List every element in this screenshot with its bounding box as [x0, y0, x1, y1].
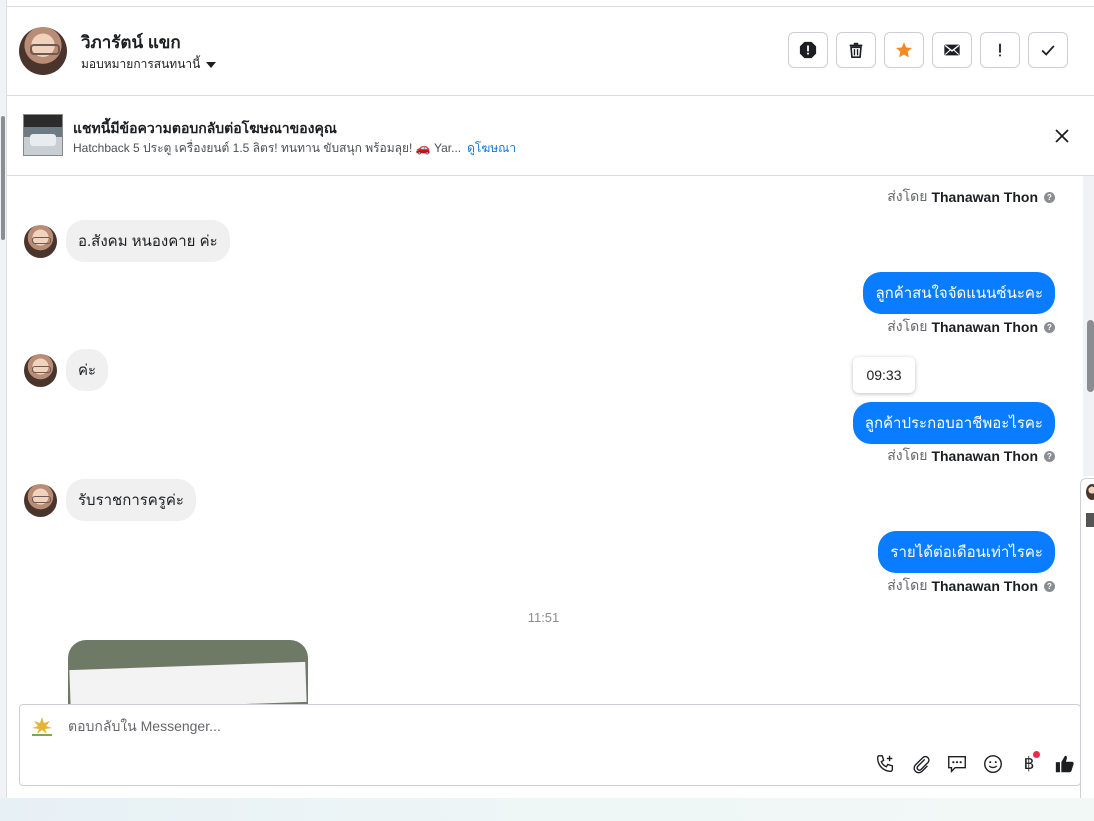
- sent-by-prefix: ส่งโดย: [887, 318, 928, 334]
- view-ad-link[interactable]: ดูโฆษณา: [467, 139, 516, 158]
- delete-button[interactable]: [836, 32, 876, 68]
- sender-name: Thanawan Thon: [931, 319, 1038, 335]
- left-scrollbar[interactable]: [0, 0, 7, 800]
- outgoing-bubble[interactable]: ลูกค้าสนใจจัดแนนซ์นะคะ: [863, 272, 1055, 314]
- contact-avatar[interactable]: [19, 27, 67, 75]
- page-logo: [32, 717, 52, 736]
- sent-by-prefix: ส่งโดย: [887, 447, 928, 463]
- incoming-bubble[interactable]: อ.สังคม หนองคาย ค่ะ: [66, 220, 230, 262]
- emoji-icon: [984, 755, 1002, 773]
- incoming-message: อ.สังคม หนองคาย ค่ะ: [24, 220, 230, 262]
- reply-composer: ฿: [19, 704, 1081, 786]
- follow-up-button[interactable]: [980, 32, 1020, 68]
- inbox-conversation-view: วิภารัตน์ แขก มอบหมายการสนทนานี้ แชทนี้ม…: [0, 0, 1094, 821]
- image-attachment[interactable]: [68, 640, 308, 704]
- sender-name: Thanawan Thon: [931, 578, 1038, 594]
- incoming-bubble[interactable]: รับราชการครูค่ะ: [66, 479, 196, 521]
- spam-button[interactable]: [788, 32, 828, 68]
- help-icon[interactable]: ?: [1044, 580, 1055, 592]
- contact-name[interactable]: วิภารัตน์ แขก: [81, 29, 181, 56]
- help-icon[interactable]: ?: [1044, 191, 1055, 203]
- contact-avatar-small[interactable]: [24, 483, 57, 517]
- collapsed-side-panel[interactable]: [1080, 478, 1094, 812]
- conversation-header: วิภารัตน์ แขก มอบหมายการสนทนานี้: [7, 7, 1094, 96]
- thread-scrollbar[interactable]: [1083, 176, 1094, 476]
- alert-octagon-icon: [799, 41, 817, 59]
- contact-avatar-small[interactable]: [24, 224, 57, 258]
- ad-description-text: Hatchback 5 ประตู เครื่องยนต์ 1.5 ลิตร! …: [73, 141, 462, 155]
- notification-dot: [1033, 751, 1040, 758]
- sent-by-prefix: ส่งโดย: [887, 188, 928, 204]
- emoji-button[interactable]: [981, 752, 1005, 776]
- payment-button[interactable]: ฿: [1017, 751, 1041, 776]
- assign-label: มอบหมายการสนทนานี้: [81, 57, 201, 71]
- attach-button[interactable]: [909, 752, 933, 776]
- thumbs-up-icon: [1055, 755, 1074, 773]
- star-button[interactable]: [884, 32, 924, 68]
- side-thumbnail[interactable]: [1086, 513, 1094, 527]
- sent-by-label: ส่งโดย Thanawan Thon ?: [887, 575, 1055, 597]
- envelope-icon: [944, 44, 960, 56]
- close-banner-button[interactable]: [1052, 126, 1072, 146]
- ad-thumbnail[interactable]: [23, 114, 63, 156]
- sent-by-label: ส่งโดย Thanawan Thon ?: [887, 445, 1055, 467]
- sender-name: Thanawan Thon: [931, 189, 1038, 205]
- side-avatar[interactable]: [1086, 484, 1094, 500]
- sent-by-prefix: ส่งโดย: [887, 577, 928, 593]
- call-button[interactable]: [873, 752, 897, 776]
- page-bottom-strip: [0, 798, 1094, 821]
- contact-avatar-small[interactable]: [24, 353, 57, 387]
- assign-conversation-dropdown[interactable]: มอบหมายการสนทนานี้: [81, 55, 217, 74]
- ad-banner-title: แชทนี้มีข้อความตอบกลับต่อโฆษณาของคุณ: [73, 120, 337, 136]
- thread-scrollbar-thumb[interactable]: [1087, 320, 1094, 392]
- ad-reply-banner: แชทนี้มีข้อความตอบกลับต่อโฆษณาของคุณ Hat…: [7, 96, 1094, 176]
- help-icon[interactable]: ?: [1044, 321, 1055, 333]
- sent-by-label: ส่งโดย Thanawan Thon ?: [887, 316, 1055, 338]
- reply-input[interactable]: [68, 718, 868, 734]
- incoming-message: รับราชการครูค่ะ: [24, 479, 196, 521]
- like-button[interactable]: [1053, 752, 1077, 776]
- saved-replies-icon: [948, 755, 966, 773]
- help-icon[interactable]: ?: [1044, 450, 1055, 462]
- header-actions: [788, 32, 1068, 68]
- incoming-bubble[interactable]: ค่ะ: [66, 349, 109, 391]
- star-icon: [896, 42, 912, 58]
- mark-unread-button[interactable]: [932, 32, 972, 68]
- left-scrollbar-thumb[interactable]: [1, 116, 5, 240]
- ad-banner-description: Hatchback 5 ประตู เครื่องยนต์ 1.5 ลิตร! …: [73, 139, 516, 158]
- composer-actions: ฿: [873, 751, 1077, 776]
- sent-by-label: ส่งโดย Thanawan Thon ?: [887, 186, 1055, 208]
- phone-add-icon: [876, 755, 894, 773]
- outgoing-bubble[interactable]: ลูกค้าประกอบอาชีพอะไรคะ: [852, 402, 1055, 444]
- message-thread[interactable]: ส่งโดย Thanawan Thon ? อ.สังคม หนองคาย ค…: [7, 176, 1080, 704]
- saved-replies-button[interactable]: [945, 752, 969, 776]
- incoming-message: ค่ะ: [24, 349, 109, 391]
- caret-down-icon: [206, 62, 217, 68]
- done-button[interactable]: [1028, 32, 1068, 68]
- time-separator: 11:51: [527, 610, 560, 625]
- timestamp-tooltip: 09:33: [853, 357, 915, 393]
- paperclip-icon: [913, 755, 930, 774]
- baht-icon: ฿: [1023, 754, 1035, 773]
- exclamation-icon: [999, 43, 1001, 57]
- checkmark-icon: [1041, 45, 1055, 56]
- outgoing-bubble[interactable]: รายได้ต่อเดือนเท่าไรคะ: [878, 531, 1055, 573]
- trash-icon: [849, 42, 863, 59]
- sender-name: Thanawan Thon: [931, 448, 1038, 464]
- close-icon: [1055, 129, 1069, 143]
